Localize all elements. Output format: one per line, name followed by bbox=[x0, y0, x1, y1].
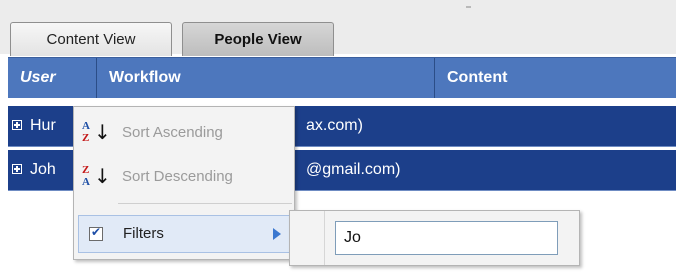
menu-item-label: Sort Descending bbox=[122, 168, 233, 185]
column-context-menu: A Z ↓ Sort Ascending Z A ↓ Sort Descendi… bbox=[73, 106, 295, 260]
menu-item-filters[interactable]: Filters bbox=[78, 215, 290, 253]
submenu-separator bbox=[324, 211, 325, 265]
column-header-content[interactable]: Content bbox=[434, 58, 676, 98]
user-email: ax.com) bbox=[306, 117, 363, 134]
column-header-workflow[interactable]: Workflow bbox=[96, 58, 434, 98]
menu-item-sort-descending[interactable]: Z A ↓ Sort Descending bbox=[74, 157, 294, 197]
filter-input[interactable] bbox=[335, 221, 558, 255]
column-header-user[interactable]: User bbox=[8, 58, 96, 98]
people-view-panel: Content View People View User Workflow C… bbox=[0, 0, 676, 276]
user-name: Hur bbox=[30, 117, 56, 134]
expand-icon[interactable] bbox=[12, 164, 22, 174]
sort-descending-icon: Z A ↓ bbox=[82, 164, 111, 188]
tab-people-view[interactable]: People View bbox=[182, 22, 334, 56]
filters-checkbox[interactable] bbox=[89, 225, 103, 241]
sort-ascending-icon: A Z ↓ bbox=[82, 120, 111, 144]
filter-submenu bbox=[289, 210, 580, 266]
menu-item-sort-ascending[interactable]: A Z ↓ Sort Ascending bbox=[74, 113, 294, 153]
menu-item-label: Sort Ascending bbox=[122, 124, 223, 141]
expand-icon[interactable] bbox=[12, 120, 22, 130]
table-header: User Workflow Content bbox=[8, 57, 676, 98]
user-email: @gmail.com) bbox=[306, 161, 401, 178]
menu-separator bbox=[118, 203, 292, 204]
top-divider-mark bbox=[466, 6, 471, 8]
tab-content-view[interactable]: Content View bbox=[10, 22, 172, 56]
submenu-arrow-icon bbox=[273, 228, 281, 240]
user-name: Joh bbox=[30, 161, 56, 178]
menu-item-label: Filters bbox=[123, 225, 164, 242]
